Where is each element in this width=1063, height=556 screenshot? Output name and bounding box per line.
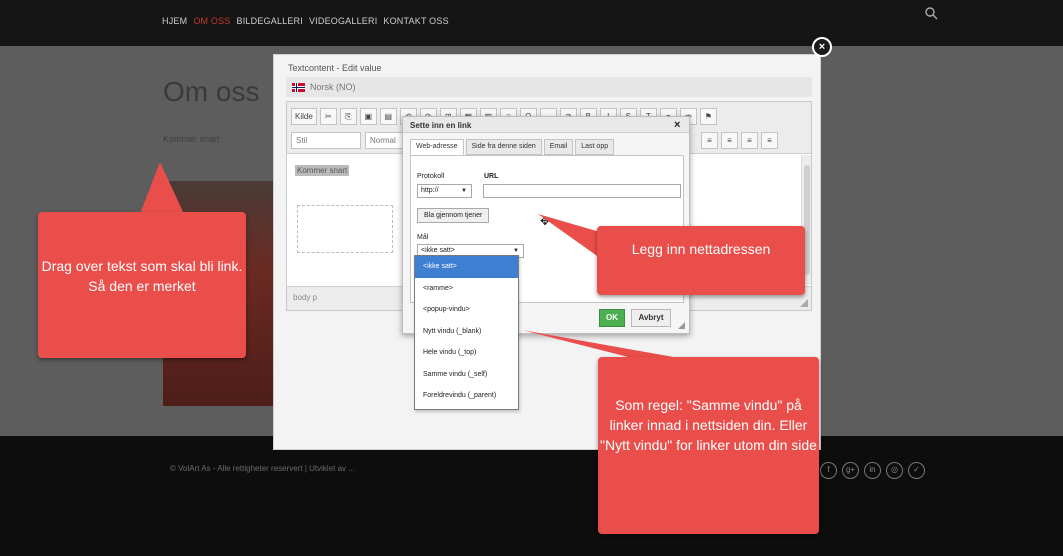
move-cursor-icon: ✥ <box>540 214 551 228</box>
align-left-icon[interactable]: ≡ <box>701 132 718 149</box>
protocol-value: http:// <box>421 187 439 194</box>
url-label: URL <box>484 173 499 180</box>
chevron-down-icon: ▼ <box>461 188 467 194</box>
element-path: body p <box>293 293 318 302</box>
protocol-select[interactable]: http:// ▼ <box>417 184 472 198</box>
nav-item-kontakt-oss[interactable]: KONTAKT OSS <box>383 16 448 26</box>
link-dialog-close-button[interactable]: × <box>674 119 680 131</box>
align-center-icon[interactable]: ≡ <box>721 132 738 149</box>
browse-server-button[interactable]: Bla gjennom tjener <box>417 208 490 223</box>
twitter-icon[interactable]: ✓ <box>908 462 925 479</box>
link-dialog-tabs: Web-adresse Side fra denne siden Email L… <box>410 139 615 155</box>
paste-icon[interactable]: ▣ <box>359 108 377 125</box>
tab-web-address[interactable]: Web-adresse <box>410 139 464 155</box>
page-text: Kommer snart <box>163 134 220 144</box>
style-combo[interactable]: Stil <box>291 132 361 149</box>
cut-icon[interactable]: ✂ <box>319 108 337 125</box>
facebook-icon[interactable]: f <box>820 462 837 479</box>
modal-title: Textcontent - Edit value <box>288 63 382 73</box>
instagram-icon[interactable]: ◎ <box>886 462 903 479</box>
linkedin-icon[interactable]: in <box>864 462 881 479</box>
target-option-parent[interactable]: Foreldrevindu (_parent) <box>415 385 518 407</box>
footer-copyright: © VolArt As - Alle rettigheter reservert… <box>170 464 355 473</box>
modal-close-button[interactable]: × <box>812 37 832 57</box>
selected-text[interactable]: Kommer snart <box>295 165 350 176</box>
main-menu: HJEM OM OSS BILDEGALLERI VIDEOGALLERI KO… <box>162 16 449 26</box>
resize-handle-icon[interactable] <box>800 299 808 307</box>
language-label: Norsk (NO) <box>310 82 356 92</box>
protocol-label: Protokoll <box>417 173 445 180</box>
content-placeholder-box <box>297 205 393 253</box>
url-input[interactable] <box>483 184 681 198</box>
callout-drag-text: Drag over tekst som skal bli link. Så de… <box>38 212 246 358</box>
anchor-icon[interactable]: ⚑ <box>699 108 717 125</box>
target-option-frame[interactable]: <ramme> <box>415 278 518 300</box>
tab-page-from-site[interactable]: Side fra denne siden <box>465 139 542 155</box>
page-title: Om oss <box>163 76 260 107</box>
tab-upload[interactable]: Last opp <box>575 139 615 155</box>
nav-item-om-oss[interactable]: OM OSS <box>193 16 230 26</box>
target-dropdown-list: <ikke satt> <ramme> <popup-vindu> Nytt v… <box>414 255 519 410</box>
alignment-buttons: ≡ ≡ ≡ ≡ <box>701 132 778 149</box>
search-icon[interactable] <box>924 6 938 20</box>
link-dialog-titlebar: Sette inn en link × <box>403 117 689 133</box>
align-justify-icon[interactable]: ≡ <box>761 132 778 149</box>
target-option-self[interactable]: Samme vindu (_self) <box>415 364 518 386</box>
nav-item-videogalleri[interactable]: VIDEOGALLERI <box>309 16 377 26</box>
align-right-icon[interactable]: ≡ <box>741 132 758 149</box>
target-label: Mål <box>417 234 429 241</box>
link-dialog-title: Sette inn en link <box>410 121 472 130</box>
norway-flag-icon <box>292 83 305 92</box>
target-option-not-set[interactable]: <ikke satt> <box>415 256 518 278</box>
dialog-resize-icon[interactable] <box>678 322 685 329</box>
target-option-top[interactable]: Hele vindu (_top) <box>415 342 518 364</box>
nav-item-hjem[interactable]: HJEM <box>162 16 187 26</box>
footer: © VolArt As - Alle rettigheter reservert… <box>0 436 1063 556</box>
nav-item-bildegalleri[interactable]: BILDEGALLERI <box>237 16 303 26</box>
callout-target-advice: Som regel: "Samme vindu" på linker innad… <box>598 357 819 534</box>
top-navigation: HJEM OM OSS BILDEGALLERI VIDEOGALLERI KO… <box>0 0 1063 46</box>
toolbar-row-2: Stil Normal <box>291 132 415 149</box>
source-button[interactable]: Kilde <box>291 108 317 125</box>
ok-button[interactable]: OK <box>599 309 625 327</box>
google-plus-icon[interactable]: g+ <box>842 462 859 479</box>
callout-enter-url: Legg inn nettadressen <box>597 226 805 295</box>
target-value: <ikke satt> <box>421 247 455 254</box>
paste-text-icon[interactable]: ▤ <box>379 108 397 125</box>
target-option-blank[interactable]: Nytt vindu (_blank) <box>415 321 518 343</box>
cancel-button[interactable]: Avbryt <box>631 309 671 327</box>
tab-email[interactable]: Email <box>543 139 574 155</box>
target-option-popup[interactable]: <popup-vindu> <box>415 299 518 321</box>
copy-icon[interactable]: ⎘ <box>339 108 357 125</box>
social-links: f g+ in ◎ ✓ <box>820 462 925 479</box>
language-selector[interactable]: Norsk (NO) <box>286 77 812 97</box>
